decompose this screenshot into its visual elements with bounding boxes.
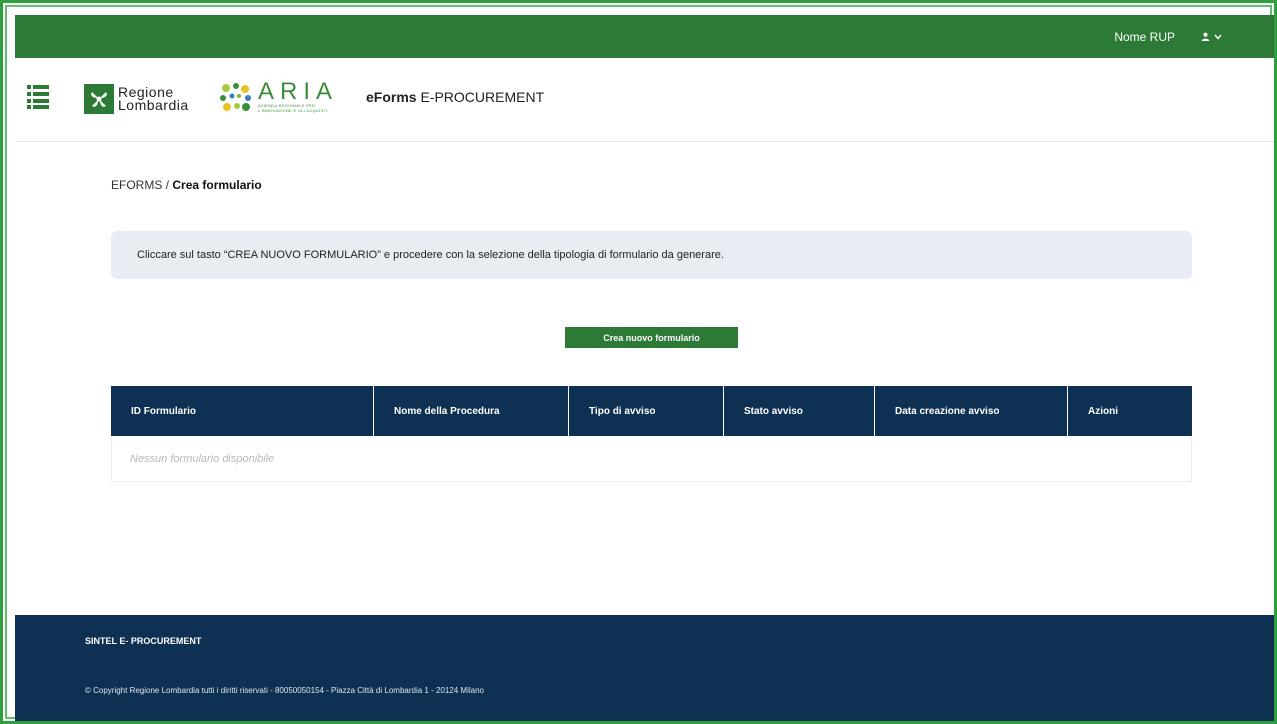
window-frame: Nome RUP Regione Lombardia ARIA AZIENDA … xyxy=(0,0,1277,724)
logo-regione-line2: Lombardia xyxy=(118,97,189,113)
user-menu-button[interactable] xyxy=(1201,32,1222,41)
top-bar: Nome RUP xyxy=(15,15,1274,58)
aria-dots-icon xyxy=(220,83,251,111)
breadcrumb-root[interactable]: EFORMS xyxy=(111,178,162,192)
user-name: Nome RUP xyxy=(1114,29,1175,44)
forms-table: ID Formulario Nome della Procedura Tipo … xyxy=(111,386,1192,482)
app-title-bold: eForms xyxy=(366,89,417,105)
info-message: Cliccare sul tasto “CREA NUOVO FORMULARI… xyxy=(137,249,724,261)
regione-lombardia-logo[interactable]: Regione Lombardia xyxy=(84,84,189,114)
page: Nome RUP Regione Lombardia ARIA AZIENDA … xyxy=(15,15,1274,721)
column-header-notice-type[interactable]: Tipo di avviso xyxy=(569,386,724,436)
app-title-rest: E-PROCUREMENT xyxy=(416,89,545,105)
chevron-down-icon xyxy=(1214,34,1222,40)
column-header-id[interactable]: ID Formulario xyxy=(111,386,374,436)
column-header-notice-status[interactable]: Stato avviso xyxy=(724,386,875,436)
header: Regione Lombardia ARIA AZIENDA REGIONALE… xyxy=(15,58,1274,142)
footer: SINTEL E- PROCUREMENT © Copyright Region… xyxy=(15,615,1274,721)
hamburger-menu-icon[interactable] xyxy=(27,85,49,109)
breadcrumb-separator: / xyxy=(162,178,173,192)
app-title: eForms E-PROCUREMENT xyxy=(366,89,544,105)
aria-logo[interactable]: ARIA AZIENDA REGIONALE PER L'INNOVAZIONE… xyxy=(218,78,339,113)
table-empty-row: Nessun formulario disponibile xyxy=(111,436,1192,482)
empty-table-message: Nessun formulario disponibile xyxy=(130,452,275,465)
table-header: ID Formulario Nome della Procedura Tipo … xyxy=(111,386,1192,436)
breadcrumb: EFORMS / Crea formulario xyxy=(111,178,262,192)
create-new-form-button[interactable]: Crea nuovo formulario xyxy=(565,327,738,348)
footer-title: SINTEL E- PROCUREMENT xyxy=(85,636,202,646)
regione-lombardia-mark-icon xyxy=(84,84,114,114)
info-message-box: Cliccare sul tasto “CREA NUOVO FORMULARI… xyxy=(111,231,1192,279)
logo-aria-tag2: L'INNOVAZIONE E GLI ACQUISTI xyxy=(258,108,328,113)
user-icon xyxy=(1201,32,1210,41)
column-header-actions: Azioni xyxy=(1088,405,1118,417)
column-header-procedure-name[interactable]: Nome della Procedura xyxy=(374,386,569,436)
logo-aria-name: ARIA xyxy=(258,78,339,105)
breadcrumb-current: Crea formulario xyxy=(172,178,262,192)
footer-copyright: © Copyright Regione Lombardia tutti i di… xyxy=(85,686,484,695)
column-header-creation-date[interactable]: Data creazione avviso xyxy=(875,386,1068,436)
